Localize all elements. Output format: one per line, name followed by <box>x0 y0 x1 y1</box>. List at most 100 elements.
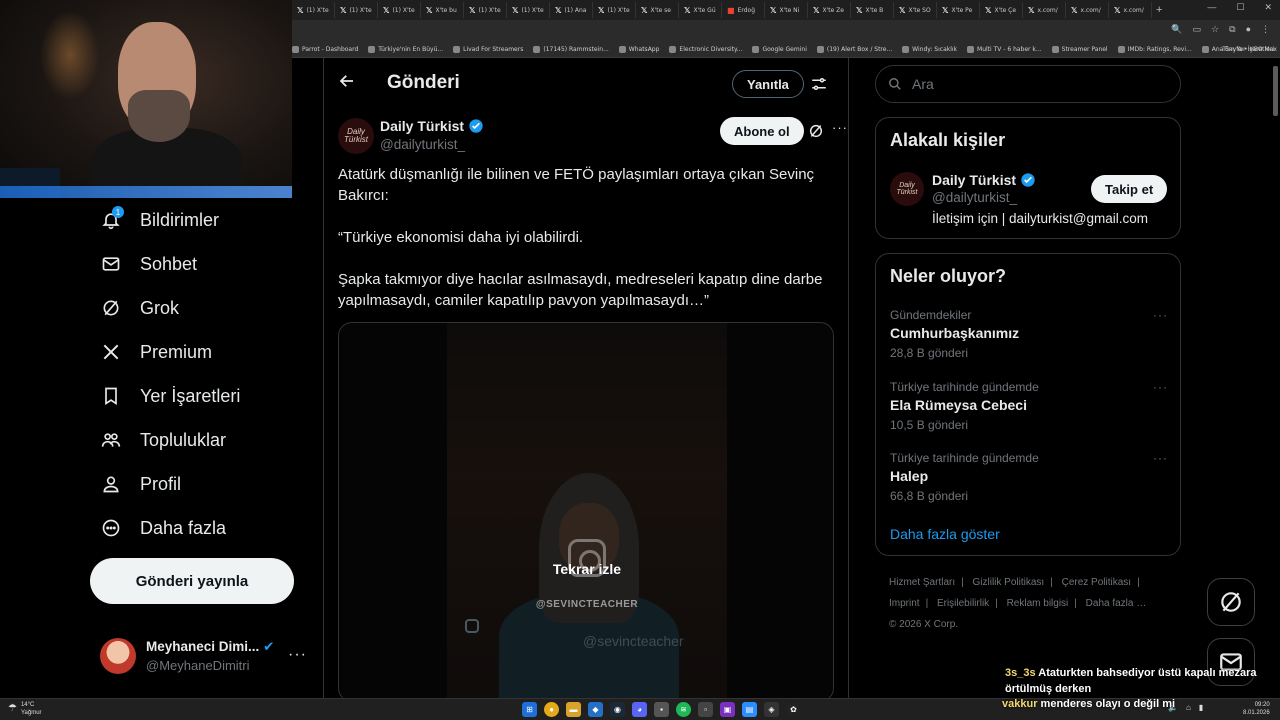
scrollbar[interactable] <box>1273 58 1278 698</box>
search-input[interactable] <box>912 76 1152 92</box>
trend-item[interactable]: Türkiye tarihinde gündemde Ela Rümeysa C… <box>890 380 1170 440</box>
discord-icon[interactable]: ◕ <box>632 702 647 717</box>
network-icon[interactable]: ⌂ <box>1186 703 1191 712</box>
more-icon[interactable]: ··· <box>1153 451 1168 465</box>
chrome-icon[interactable]: ● <box>544 702 559 717</box>
avatar[interactable]: Daily Türkist <box>890 172 924 206</box>
footer-link[interactable]: Daha fazla … <box>1086 598 1147 609</box>
search-icon[interactable]: 🔍 <box>1171 24 1182 35</box>
bookmark-item[interactable]: Türkiye'nin En Büyü... <box>368 46 443 53</box>
browser-tab[interactable]: 𝕏 (1) X'te <box>335 2 378 18</box>
steam-icon[interactable]: ◉ <box>610 702 625 717</box>
bookmark-item[interactable]: IMDb: Ratings, Revi... <box>1117 46 1192 53</box>
browser-tab[interactable]: 𝕏 (1) X'te <box>378 2 421 18</box>
replay-button[interactable]: Tekrar izle <box>339 561 833 577</box>
reply-button[interactable]: Yanıtla <box>732 70 804 98</box>
subscribe-button[interactable]: Abone ol <box>720 117 804 145</box>
browser-tab[interactable]: 𝕏 X'te Çe <box>980 2 1023 18</box>
browser-tab[interactable]: 𝕏 (1) X'te <box>292 2 335 18</box>
close-icon[interactable]: ✕ <box>1264 2 1272 13</box>
clock[interactable]: 09:20 8.01.2026 <box>1243 701 1270 717</box>
bookmark-item[interactable]: WhatsApp <box>618 46 659 53</box>
maximize-icon[interactable]: ☐ <box>1236 2 1244 13</box>
browser-tab[interactable]: ■ Erdoğ <box>722 2 765 18</box>
footer-link[interactable]: Reklam bilgisi <box>1007 598 1069 609</box>
nav-item-bookmarks[interactable]: Yer İşaretleri <box>90 374 320 418</box>
browser-tab[interactable]: 𝕏 X'te Ni <box>765 2 808 18</box>
browser-tab[interactable]: 𝕏 X'te Ze <box>808 2 851 18</box>
author-name[interactable]: Daily Türkist <box>380 118 484 134</box>
show-more-link[interactable]: Daha fazla göster <box>890 526 1000 542</box>
back-arrow-icon[interactable] <box>338 72 356 95</box>
nav-item-profile[interactable]: Profil <box>90 462 320 506</box>
grok-button[interactable] <box>1207 578 1255 626</box>
search-box[interactable] <box>875 65 1181 103</box>
nav-item-premium[interactable]: Premium <box>90 330 320 374</box>
chatgpt-icon[interactable]: ✿ <box>786 702 801 717</box>
spotify-icon[interactable]: ≋ <box>676 702 691 717</box>
more-icon[interactable]: ··· <box>288 646 307 664</box>
app-icon[interactable]: ▣ <box>720 702 735 717</box>
bookmark-item[interactable]: (19) Alert Box / Stre... <box>816 46 892 53</box>
browser-tab[interactable]: 𝕏x.com/ <box>1109 2 1152 18</box>
app-icon[interactable]: ◆ <box>588 702 603 717</box>
sliders-icon[interactable] <box>810 75 828 98</box>
nav-item-chat[interactable]: Sohbet <box>90 242 320 286</box>
menu-icon[interactable]: ⋮ <box>1261 24 1270 35</box>
browser-tab[interactable]: 𝕏 (1) X'te <box>507 2 550 18</box>
video-player[interactable]: Tekrar izle @SEVINCTEACHER @sevincteache… <box>338 322 834 698</box>
extensions-icon[interactable]: ⧉ <box>1229 24 1235 35</box>
more-icon[interactable]: ··· <box>1153 308 1168 322</box>
related-handle[interactable]: @dailyturkist_ <box>932 190 1017 205</box>
browser-tab[interactable]: 𝕏 X'te Gü <box>679 2 722 18</box>
footer-link[interactable]: Imprint <box>889 598 920 609</box>
post-button[interactable]: Gönderi yayınla <box>90 558 294 604</box>
app-icon[interactable]: ▤ <box>742 702 757 717</box>
browser-tab[interactable]: 𝕏 X'te bu <box>421 2 464 18</box>
folder-icon[interactable]: ▬ <box>566 702 581 717</box>
related-name[interactable]: Daily Türkist <box>932 172 1036 188</box>
follow-button[interactable]: Takip et <box>1091 175 1168 203</box>
new-tab-button[interactable]: + <box>1156 4 1162 16</box>
bookmark-item[interactable]: Parrot - Dashboard <box>292 46 358 53</box>
browser-tab[interactable]: 𝕏 X'te B <box>851 2 894 18</box>
minimize-icon[interactable]: — <box>1207 2 1216 13</box>
footer-link[interactable]: Erişilebilirlik <box>937 598 989 609</box>
browser-tab[interactable]: 𝕏 X'te SO <box>894 2 937 18</box>
start-icon[interactable]: ⊞ <box>522 702 537 717</box>
bookmark-item[interactable]: Electronic Diversity... <box>669 46 742 53</box>
author-avatar[interactable]: Daily Türkist <box>338 118 374 154</box>
bookmark-item[interactable]: (17145) Rammstein... <box>533 46 609 53</box>
more-icon[interactable]: ··· <box>1153 380 1168 394</box>
more-icon[interactable]: ··· <box>832 120 848 135</box>
bookmark-item[interactable]: Multi TV - 6 haber k... <box>967 46 1042 53</box>
star-icon[interactable]: ☆ <box>1211 24 1219 35</box>
weather-widget[interactable]: ☂ 14°C Yağmur <box>8 701 42 717</box>
footer-link[interactable]: Gizlilik Politikası <box>973 577 1045 588</box>
browser-tab[interactable]: 𝕏 X'te Pe <box>937 2 980 18</box>
app-icon[interactable]: ▫ <box>698 702 713 717</box>
trend-item[interactable]: Gündemdekiler Cumhurbaşkanımız 28,8 B gö… <box>890 308 1170 368</box>
profile-icon[interactable]: ● <box>1246 24 1251 35</box>
app-icon[interactable]: ◈ <box>764 702 779 717</box>
app-icon[interactable]: ▪ <box>654 702 669 717</box>
footer-link[interactable]: Hizmet Şartları <box>889 577 955 588</box>
bookmark-item[interactable]: Google Gemini <box>752 46 807 53</box>
bookmark-item[interactable]: Windy: Sıcaklık <box>902 46 957 53</box>
browser-tab[interactable]: 𝕏 (1) Ana <box>550 2 593 18</box>
cast-icon[interactable]: ▭ <box>1193 24 1202 35</box>
browser-tab[interactable]: 𝕏x.com/ <box>1023 2 1066 18</box>
footer-link[interactable]: Çerez Politikası <box>1062 577 1131 588</box>
bookmark-item[interactable]: Livad For Streamers <box>453 46 523 53</box>
author-handle[interactable]: @dailyturkist_ <box>380 137 465 152</box>
browser-tab[interactable]: 𝕏 (1) X'te <box>464 2 507 18</box>
nav-item-more[interactable]: Daha fazla <box>90 506 320 550</box>
nav-item-communities[interactable]: Topluluklar <box>90 418 320 462</box>
grok-icon[interactable] <box>808 123 824 144</box>
trend-item[interactable]: Türkiye tarihinde gündemde Halep 66,8 B … <box>890 451 1170 511</box>
bookmark-item[interactable]: Streamer Panel <box>1051 46 1108 53</box>
browser-tab[interactable]: 𝕏 X'te se <box>636 2 679 18</box>
account-switcher[interactable]: Meyhaneci Dimi... ✔ @MeyhaneDimitri ··· <box>100 636 314 676</box>
all-bookmarks[interactable]: Tüm Yer İşaretleri <box>1222 46 1274 53</box>
nav-item-grok[interactable]: Grok <box>90 286 320 330</box>
